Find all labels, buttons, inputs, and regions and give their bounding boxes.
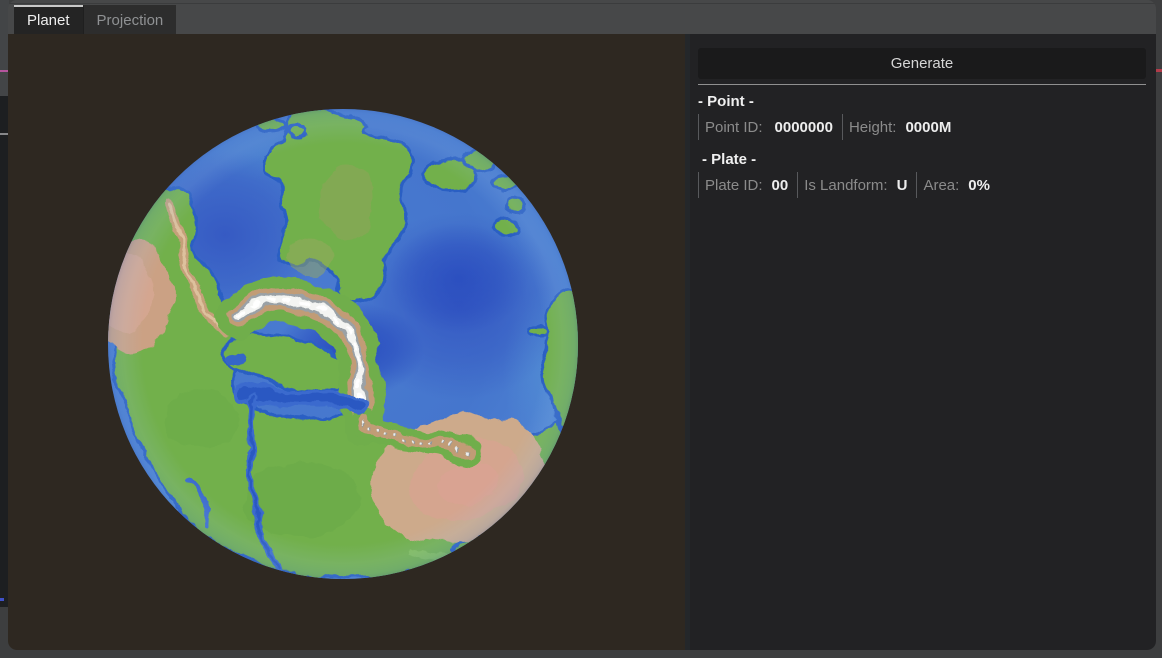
panel-separator (698, 84, 1146, 85)
tab-projection-label: Projection (97, 12, 164, 29)
planet-globe[interactable] (107, 108, 579, 580)
plate-id-value: 00 (772, 177, 789, 194)
tab-planet[interactable]: Planet (14, 5, 83, 34)
is-landform-value: U (897, 177, 908, 194)
area-value: 0% (968, 177, 990, 194)
tab-planet-label: Planet (27, 12, 70, 29)
plate-info-row: Plate ID: 00 Is Landform: U Area: 0% (698, 171, 1146, 199)
blue-accent-line (0, 598, 4, 601)
tab-bar: Planet Projection (8, 0, 1156, 34)
planet-viewport[interactable] (8, 34, 685, 650)
point-id-label: Point ID: (705, 119, 763, 136)
plate-id-label: Plate ID: (705, 177, 763, 194)
tab-projection[interactable]: Projection (83, 5, 177, 34)
is-landform-label: Is Landform: (804, 177, 887, 194)
generate-button[interactable]: Generate (698, 48, 1146, 79)
area-label: Area: (923, 177, 959, 194)
point-section-title: - Point - (698, 93, 1146, 110)
field-divider-bar (916, 172, 917, 198)
height-value: 0000M (905, 119, 951, 136)
field-divider-bar (698, 172, 699, 198)
window-content: Generate - Point - Point ID: 0000000 Hei… (8, 34, 1156, 650)
point-id-value: 0000000 (775, 119, 833, 136)
red-edge-tick (1155, 69, 1162, 72)
side-panel: Generate - Point - Point ID: 0000000 Hei… (690, 34, 1156, 650)
field-divider-bar (842, 114, 843, 140)
plate-section-title: - Plate - (698, 151, 1146, 168)
field-divider-bar (797, 172, 798, 198)
app-window: Planet Projection (8, 0, 1156, 650)
field-divider-bar (698, 114, 699, 140)
height-label: Height: (849, 119, 897, 136)
point-info-row: Point ID: 0000000 Height: 0000M (698, 113, 1146, 141)
